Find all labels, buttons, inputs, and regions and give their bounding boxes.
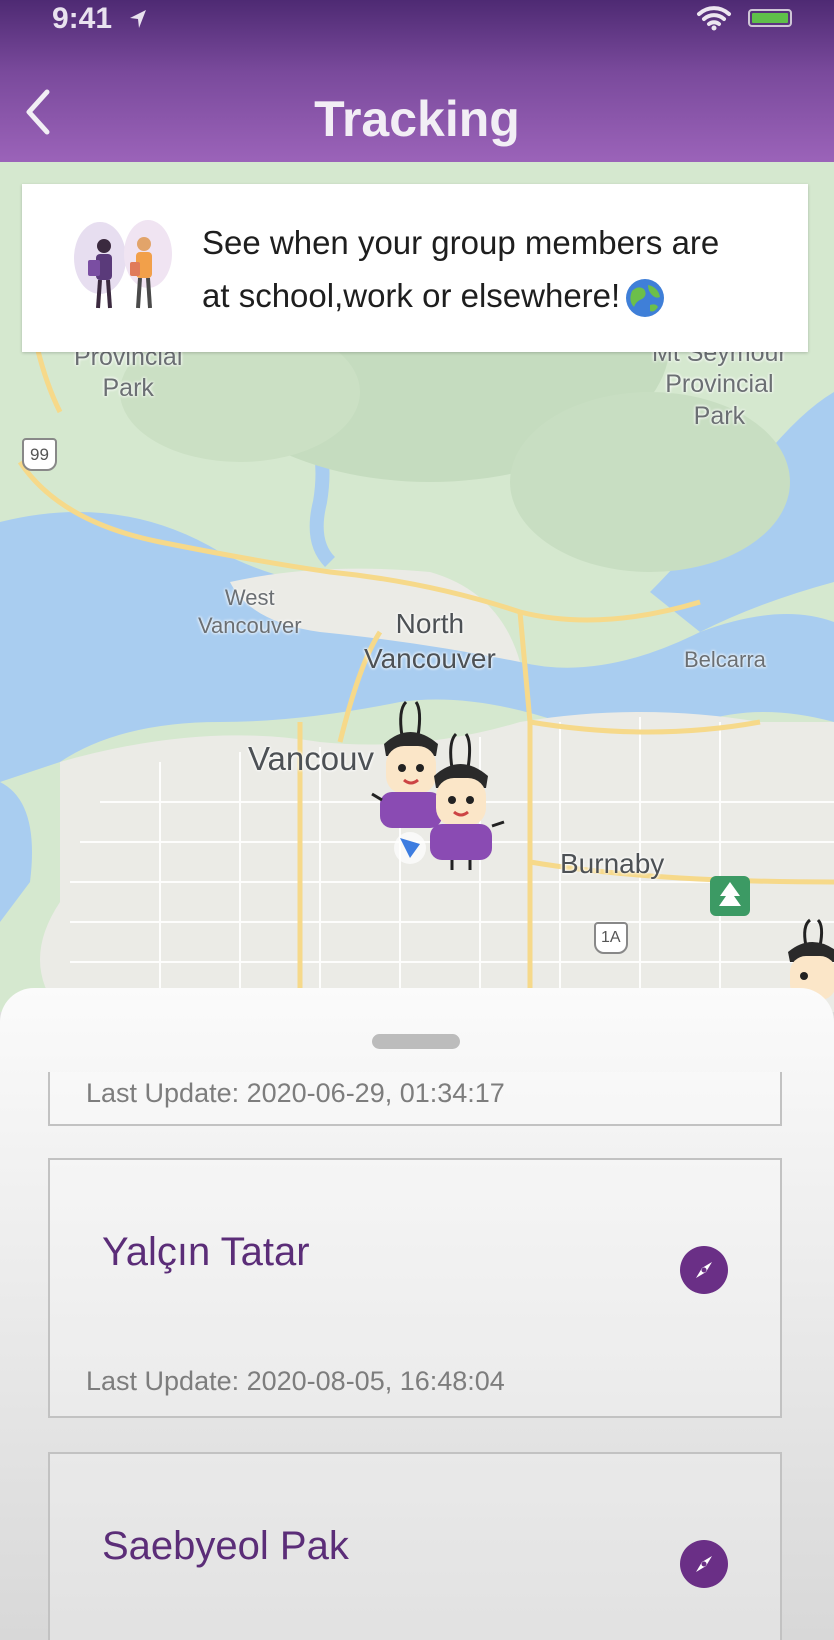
location-arrow-icon [128, 8, 148, 35]
member-card[interactable]: Yalçın Tatar Last Update: 2020-08-05, 16… [48, 1158, 782, 1418]
compass-icon [696, 1262, 712, 1278]
banner-line-2: at school,work or elsewhere! [202, 269, 782, 322]
map-label-burnaby: Burnaby [560, 848, 665, 879]
locate-member-button[interactable] [680, 1246, 728, 1294]
info-banner: See when your group members are at schoo… [22, 184, 808, 352]
member-name: Saebyeol Pak [102, 1524, 349, 1568]
member-avatar-marker[interactable] [412, 728, 512, 878]
banner-line-1: See when your group members are [202, 224, 720, 261]
map-label-belcarra: Belcarra [684, 647, 766, 672]
members-bottom-sheet[interactable]: Last Update: 2020-06-29, 01:34:17 Yalçın… [0, 988, 834, 1640]
drag-handle[interactable] [372, 1034, 460, 1049]
last-update-text: Last Update: 2020-06-29, 01:34:17 [86, 1078, 505, 1108]
battery-charging-icon [748, 9, 792, 27]
globe-icon [626, 279, 665, 318]
map-label-vancouver: Vancouv [248, 740, 374, 777]
map-label-north-vancouver: North Vancouver [364, 608, 496, 674]
park-marker-icon [710, 876, 750, 916]
banner-message: See when your group members are at schoo… [202, 216, 782, 322]
status-time: 9:41 [52, 2, 113, 35]
app-header: 9:41 Tracking [0, 0, 834, 162]
status-bar: 9:41 [0, 0, 834, 40]
member-name: Yalçın Tatar [102, 1230, 310, 1274]
member-card[interactable]: Last Update: 2020-06-29, 01:34:17 [48, 1072, 782, 1126]
map-label-mt-seymour: Mt Seymour Provincial Park [652, 339, 787, 430]
wifi-icon [696, 4, 732, 37]
page-title: Tracking [314, 91, 520, 147]
map-label-west-vancouver: West Vancouver [198, 585, 302, 638]
map-label-highway-99: 99 [22, 438, 57, 472]
compass-icon [696, 1556, 712, 1572]
banner-line-2-text: at school,work or elsewhere! [202, 277, 621, 314]
last-update-text: Last Update: 2020-08-05, 16:48:04 [86, 1366, 505, 1396]
people-illustration [74, 220, 172, 309]
member-card[interactable]: Saebyeol Pak [48, 1452, 782, 1640]
locate-member-button[interactable] [680, 1540, 728, 1588]
map-label-highway-1a: 1A [594, 922, 628, 954]
